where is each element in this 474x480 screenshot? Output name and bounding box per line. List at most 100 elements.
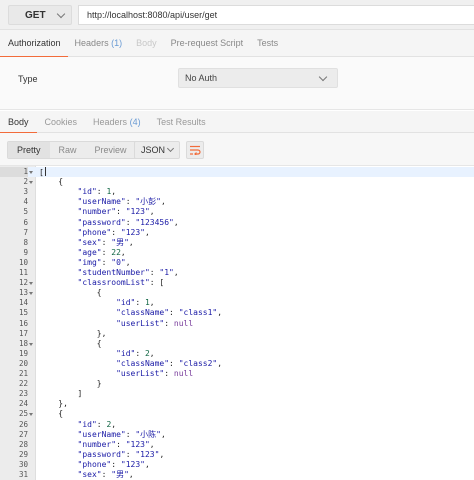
response-tab-cookies[interactable]: Cookies (37, 111, 86, 133)
code-text: "userName": "小陈", (39, 430, 166, 440)
line-number: 3 (23, 187, 28, 197)
code-token: [ (39, 168, 44, 177)
code-token: ] (39, 389, 83, 399)
format-value: JSON (141, 145, 166, 155)
code-line: 22 } (0, 379, 474, 389)
code-line: 21 "userList": null (0, 369, 474, 379)
code-token: "小陈" (135, 429, 161, 439)
code-token: : [ (149, 278, 165, 288)
tab-label: Cookies (44, 116, 78, 127)
code-token: { (39, 288, 102, 298)
code-line: 17 }, (0, 329, 474, 339)
code-token: "img" (77, 257, 102, 267)
line-number: 12 (18, 278, 28, 288)
view-mode-preview-button[interactable]: Preview (85, 142, 136, 158)
code-line: 5 "number": "123", (0, 207, 474, 217)
code-text: "id": 2, (39, 349, 155, 359)
tab-body[interactable]: Body (129, 30, 164, 57)
url-input[interactable]: http://localhost:8080/api/user/get (78, 5, 474, 25)
code-token: , (217, 358, 223, 368)
line-number: 17 (18, 328, 28, 338)
code-token: "number" (77, 439, 117, 449)
code-token: , (125, 257, 131, 267)
tab-headers[interactable]: Headers (1) (68, 30, 130, 57)
code-token: "class1" (178, 308, 218, 318)
code-text: "password": "123456", (39, 218, 179, 228)
fold-arrow-icon[interactable] (29, 282, 33, 286)
code-line: 28 "number": "123", (0, 440, 474, 450)
code-token: "userList" (116, 318, 165, 328)
url-text: http://localhost:8080/api/user/get (87, 10, 218, 20)
code-token: "123" (125, 439, 150, 449)
code-text: "className": "class1", (39, 308, 222, 318)
tab-authorization[interactable]: Authorization (0, 30, 68, 58)
code-text: } (39, 379, 102, 389)
code-token: : (135, 348, 145, 358)
tab-label: Headers (93, 116, 128, 127)
code-line: 14 "id": 1, (0, 298, 474, 308)
code-token: : (164, 369, 174, 378)
fold-arrow-icon[interactable] (29, 171, 33, 174)
tab-tests[interactable]: Tests (250, 30, 285, 57)
code-token: "id" (116, 348, 136, 358)
code-token: null (173, 318, 194, 328)
wrap-lines-button[interactable] (186, 141, 204, 159)
code-text: ] (39, 389, 83, 399)
code-token: , (144, 459, 150, 469)
code-text: "sex": "男", (39, 238, 134, 248)
code-text: }, (39, 329, 107, 339)
tab-pre-request-script[interactable]: Pre-request Script (164, 30, 251, 57)
line-number: 31 (18, 470, 28, 479)
fold-arrow-icon[interactable] (29, 181, 33, 185)
code-token: "studentNumber" (77, 268, 150, 277)
line-number: 7 (23, 227, 28, 237)
code-token: , (120, 247, 126, 257)
fold-arrow-icon[interactable] (29, 413, 33, 417)
code-line: 2 { (0, 177, 474, 187)
code-token: "userList" (116, 369, 165, 378)
code-token: : (149, 268, 160, 277)
code-token: : (101, 257, 112, 267)
line-number: 10 (18, 257, 28, 267)
code-line: 27 "userName": "小陈", (0, 430, 474, 440)
code-token: "123456" (135, 217, 174, 227)
code-token: : (164, 318, 174, 328)
auth-type-select[interactable]: No Auth (178, 68, 338, 88)
view-mode-raw-button[interactable]: Raw (49, 142, 86, 158)
line-number: 11 (18, 268, 28, 277)
response-tab-body[interactable]: Body (0, 111, 37, 134)
view-mode-pretty-button[interactable]: Pretty (8, 142, 50, 158)
code-token: "123" (125, 207, 150, 217)
format-select[interactable]: JSON (134, 141, 180, 159)
code-token: : (135, 298, 145, 308)
code-token: "phone" (77, 459, 112, 469)
method-select[interactable]: GET (8, 5, 72, 25)
chevron-down-icon (318, 72, 328, 81)
code-line: 10 "img": "0", (0, 258, 474, 268)
code-token: "id" (77, 419, 97, 429)
line-number: 8 (23, 237, 28, 247)
code-text: "userList": null (39, 369, 193, 379)
response-tab-headers[interactable]: Headers (4) (85, 111, 149, 133)
code-token: : (125, 217, 136, 227)
code-token: "password" (77, 217, 126, 227)
response-body-editor[interactable]: 1[2 {3 "id": 1, 4 "userName": "小彭", 5 "num… (0, 165, 474, 480)
line-number: 28 (18, 439, 28, 449)
response-tab-test-results[interactable]: Test Results (149, 111, 214, 133)
code-token: "男" (111, 470, 129, 479)
fold-arrow-icon[interactable] (29, 342, 33, 346)
code-token: , (149, 348, 155, 358)
text-cursor (44, 167, 46, 176)
code-token: "男" (111, 237, 129, 247)
line-number: 9 (23, 247, 28, 257)
code-token: , (111, 419, 117, 429)
code-token: }, (39, 399, 68, 409)
code-text: "age": 22, (39, 248, 126, 258)
fold-arrow-icon[interactable] (29, 292, 33, 296)
code-token: "1" (159, 268, 174, 277)
